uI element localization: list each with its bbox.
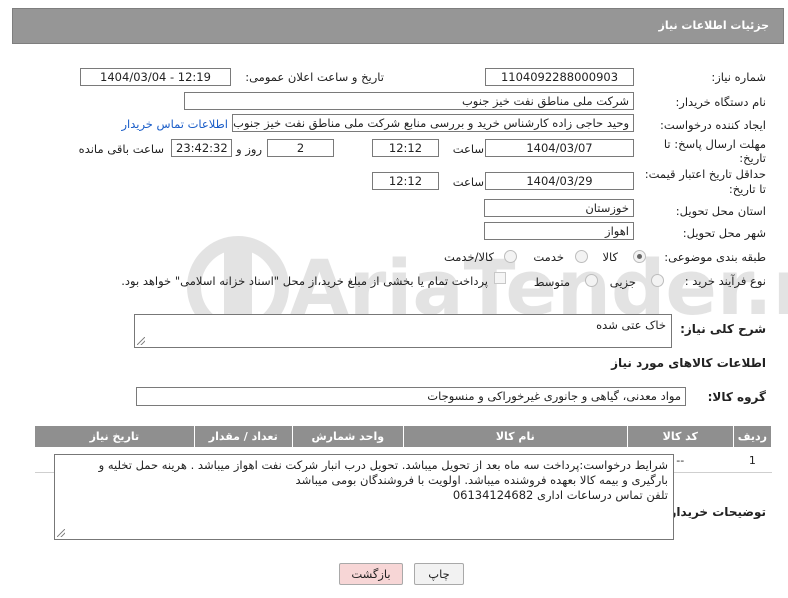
col-header-row-number: ردیف — [732, 425, 773, 448]
announce-datetime-field: 1404/03/04 - 12:19 — [80, 68, 231, 86]
page-title: جزئیات اطلاعات نیاز — [658, 19, 770, 32]
col-header-goods-name: نام کالا — [402, 425, 628, 448]
category-goods-radio[interactable] — [633, 250, 646, 263]
deadline-time-field: 12:12 — [372, 139, 439, 157]
category-goods-label: کالا — [602, 250, 618, 264]
process-label: نوع فرآیند خرید : — [684, 274, 766, 288]
buyer-notes-textarea[interactable]: شرایط درخواست:پرداخت سه ماه بعد از تحویل… — [54, 454, 674, 540]
deadline-label: مهلت ارسال پاسخ: تا — [663, 137, 766, 151]
category-goods-service-radio[interactable] — [504, 250, 517, 263]
deadline-date-field: 1404/03/07 — [485, 139, 634, 157]
table-header-row: ردیف کد کالا نام کالا واحد شمارش تعداد /… — [34, 425, 773, 448]
process-minor-radio[interactable] — [651, 274, 664, 287]
need-number-field: 1104092288000903 — [485, 68, 634, 86]
validity-date-field: 1404/03/29 — [485, 172, 634, 190]
process-medium-radio[interactable] — [585, 274, 598, 287]
province-field: خوزستان — [484, 199, 634, 217]
buyer-org-field: شرکت ملی مناطق نفت خیز جنوب — [184, 92, 634, 110]
back-button[interactable]: بازگشت — [339, 563, 403, 585]
buyer-notes-line: بارگیری و بیمه کالا بعهده فروشنده میباشد… — [295, 473, 668, 487]
category-service-radio[interactable] — [575, 250, 588, 263]
summary-label: شرح کلی نیاز: — [680, 322, 766, 336]
creator-field: وحید حاجی زاده کارشناس خرید و بررسی مناب… — [232, 114, 634, 132]
col-header-need-date: تاریخ نیاز — [34, 425, 195, 448]
page-header: جزئیات اطلاعات نیاز — [12, 8, 784, 44]
col-header-goods-code: کد کالا — [626, 425, 734, 448]
category-service-label: خدمت — [533, 250, 564, 264]
treasury-payment-checkbox[interactable] — [494, 272, 506, 284]
resize-grip-icon[interactable] — [137, 337, 145, 345]
buyer-contact-link[interactable]: اطلاعات تماس خریدار — [121, 117, 228, 131]
process-medium-label: متوسط — [533, 275, 570, 289]
buyer-notes-line: تلفن تماس درساعات اداری 06134124682 — [452, 488, 668, 502]
goods-group-label: گروه کالا: — [707, 390, 766, 404]
print-button[interactable]: چاپ — [414, 563, 464, 585]
days-label: روز و — [236, 142, 262, 156]
min-validity-label-date: تا تاریخ: — [728, 182, 766, 196]
process-minor-label: جزیی — [609, 275, 636, 289]
time-remaining-label: ساعت باقی مانده — [78, 142, 164, 156]
category-goods-service-label: کالا/خدمت — [443, 250, 494, 264]
resize-grip-icon[interactable] — [57, 529, 65, 537]
summary-text: خاک عتی شده — [596, 318, 666, 332]
validity-time-field: 12:12 — [372, 172, 439, 190]
province-label: استان محل تحویل: — [675, 204, 766, 218]
min-validity-label: حداقل تاریخ اعتبار قیمت: — [644, 167, 766, 181]
days-remaining-field: 2 — [267, 139, 334, 157]
announce-label: تاریخ و ساعت اعلان عمومی: — [245, 70, 384, 84]
deadline-time-label: ساعت — [452, 142, 484, 156]
time-remaining-field: 23:42:32 — [171, 139, 232, 157]
category-label: طبقه بندی موضوعی: — [664, 250, 766, 264]
validity-time-label: ساعت — [452, 175, 484, 189]
buyer-notes-line: شرایط درخواست:پرداخت سه ماه بعد از تحویل… — [98, 458, 668, 472]
buyer-org-label: نام دستگاه خریدار: — [675, 95, 766, 109]
treasury-payment-note: پرداخت تمام یا بخشی از مبلغ خرید،از محل … — [121, 274, 488, 288]
city-label: شهر محل تحویل: — [682, 226, 766, 240]
goods-group-field: مواد معدنی، گیاهی و جانوری غیرخوراکی و م… — [136, 387, 686, 406]
creator-label: ایجاد کننده درخواست: — [660, 118, 766, 132]
city-field: اهواز — [484, 222, 634, 240]
summary-textarea[interactable]: خاک عتی شده — [134, 314, 672, 348]
need-number-label: شماره نیاز: — [711, 70, 766, 84]
cell-row-number: 1 — [733, 447, 772, 473]
deadline-label-date: تاریخ: — [739, 151, 766, 165]
buyer-notes-label: توضیحات خریدار: — [664, 505, 766, 519]
col-header-unit: واحد شمارش — [291, 425, 404, 448]
col-header-quantity: تعداد / مقدار — [193, 425, 293, 448]
goods-info-title: اطلاعات کالاهای مورد نیاز — [611, 356, 766, 370]
